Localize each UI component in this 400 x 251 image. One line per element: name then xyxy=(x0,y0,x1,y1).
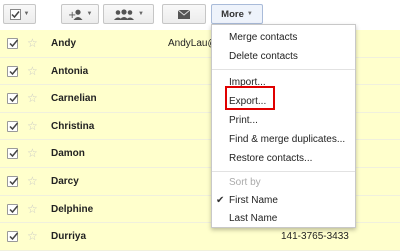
row-checkbox[interactable] xyxy=(7,203,19,215)
contact-name: Damon xyxy=(51,148,85,160)
star-icon[interactable]: ☆ xyxy=(27,64,38,78)
row-checkbox[interactable] xyxy=(7,65,19,77)
contact-name: Delphine xyxy=(51,203,94,215)
add-person-icon: + xyxy=(68,9,84,20)
menu-item-restore-contacts[interactable]: Restore contacts... xyxy=(229,152,312,165)
row-checkbox[interactable] xyxy=(7,93,19,105)
star-icon[interactable]: ☆ xyxy=(27,174,38,188)
menu-item-delete-contacts[interactable]: Delete contacts xyxy=(229,50,298,63)
row-checkbox[interactable] xyxy=(7,175,19,187)
menu-divider xyxy=(212,171,355,172)
export-highlight-outline xyxy=(225,86,275,110)
star-icon[interactable]: ☆ xyxy=(27,229,38,243)
row-checkbox[interactable] xyxy=(7,231,19,243)
checkmark-icon: ✔ xyxy=(216,195,225,206)
contact-name: Durriya xyxy=(51,231,87,243)
star-icon[interactable]: ☆ xyxy=(27,91,38,105)
more-button[interactable]: More ▼ xyxy=(211,4,263,24)
people-group-icon xyxy=(113,8,135,20)
row-checkbox[interactable] xyxy=(7,148,19,160)
more-dropdown-menu: Merge contacts Delete contacts Import...… xyxy=(211,24,356,228)
star-icon[interactable]: ☆ xyxy=(27,146,38,160)
menu-item-find-merge-duplicates[interactable]: Find & merge duplicates... xyxy=(229,133,345,146)
contact-phone: 141-3765-3433 xyxy=(281,231,349,243)
checkbox-icon xyxy=(9,8,21,20)
menu-item-sort-last-name[interactable]: Last Name xyxy=(229,212,277,225)
menu-item-sort-first-name[interactable]: First Name xyxy=(229,194,278,207)
menu-item-merge-contacts[interactable]: Merge contacts xyxy=(229,31,297,44)
row-checkbox[interactable] xyxy=(7,38,19,49)
menu-divider xyxy=(212,69,355,70)
menu-item-print[interactable]: Print... xyxy=(229,114,258,127)
chevron-down-icon: ▼ xyxy=(23,11,30,17)
select-checkbox-dropdown[interactable]: ▼ xyxy=(3,4,36,24)
chevron-down-icon: ▼ xyxy=(246,11,253,17)
more-button-label: More xyxy=(221,8,244,20)
star-icon[interactable]: ☆ xyxy=(27,119,38,133)
contact-name: Darcy xyxy=(51,175,79,187)
contact-name: Andy xyxy=(51,38,76,49)
chevron-down-icon: ▼ xyxy=(86,11,93,17)
star-icon[interactable]: ☆ xyxy=(27,202,38,216)
groups-button[interactable]: ▼ xyxy=(103,4,154,24)
contact-name: Antonia xyxy=(51,65,89,77)
envelope-icon xyxy=(178,9,190,19)
menu-sort-by-heading: Sort by xyxy=(229,177,261,188)
contact-name: Carnelian xyxy=(51,93,97,105)
row-checkbox[interactable] xyxy=(7,120,19,132)
add-to-group-button[interactable]: + ▼ xyxy=(61,4,99,24)
email-button[interactable] xyxy=(162,4,206,24)
star-icon[interactable]: ☆ xyxy=(27,36,38,50)
chevron-down-icon: ▼ xyxy=(138,11,144,17)
contact-name: Christina xyxy=(51,120,95,132)
